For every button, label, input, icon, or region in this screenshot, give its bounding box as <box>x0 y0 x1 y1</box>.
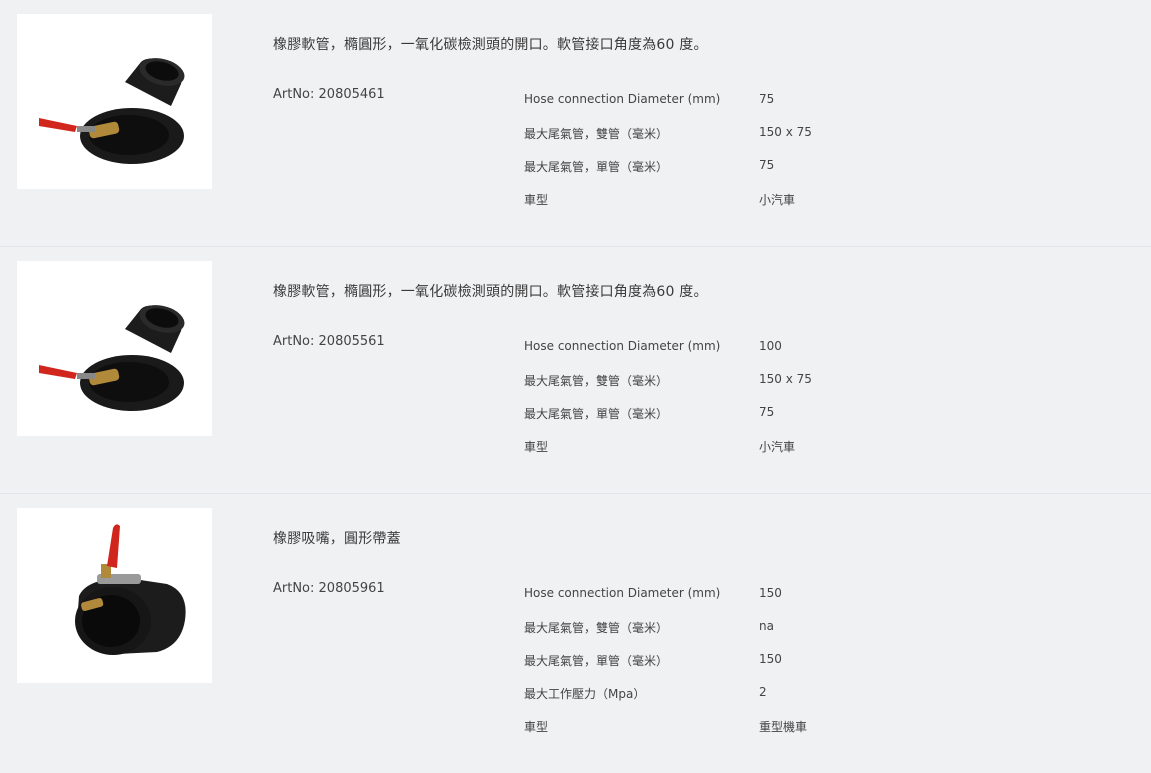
spec-row: 最大工作壓力（Mpa） 2 <box>524 685 924 718</box>
spec-label: Hose connection Diameter (mm) <box>524 92 721 106</box>
spec-row: 最大尾氣管，單管（毫米） 75 <box>524 158 924 191</box>
product-title: 橡膠吸嘴，圓形帶蓋 <box>273 531 401 547</box>
oval-rubber-nozzle-60deg-icon <box>39 305 185 411</box>
spec-value: 100 <box>759 339 782 353</box>
spec-value: 150 <box>759 586 782 600</box>
oval-rubber-nozzle-60deg-icon <box>39 58 185 164</box>
spec-row: 最大尾氣管，雙管（毫米） na <box>524 619 924 652</box>
article-number: ArtNo: 20805561 <box>273 334 385 349</box>
spec-label: 車型 <box>524 193 549 207</box>
product-row: 橡膠軟管，橢圓形，一氧化碳檢測頭的開口。軟管接口角度為60 度。 ArtNo: … <box>0 0 1151 247</box>
spec-value: 小汽車 <box>759 193 796 207</box>
product-image[interactable] <box>17 261 212 436</box>
spec-value: 小汽車 <box>759 440 796 454</box>
spec-value: 75 <box>759 92 775 106</box>
spec-value: 150 x 75 <box>759 125 812 139</box>
article-number: ArtNo: 20805461 <box>273 87 385 102</box>
spec-row: Hose connection Diameter (mm) 100 <box>524 339 924 372</box>
spec-row: 最大尾氣管，雙管（毫米） 150 x 75 <box>524 125 924 158</box>
spec-row: 車型 小汽車 <box>524 438 924 471</box>
spec-value: 重型機車 <box>759 720 808 734</box>
spec-row: Hose connection Diameter (mm) 150 <box>524 586 924 619</box>
spec-row: 最大尾氣管，單管（毫米） 150 <box>524 652 924 685</box>
product-title: 橡膠軟管，橢圓形，一氧化碳檢測頭的開口。軟管接口角度為60 度。 <box>273 284 708 300</box>
spec-label: 最大尾氣管，雙管（毫米） <box>524 621 669 635</box>
spec-table: Hose connection Diameter (mm) 100 最大尾氣管，… <box>524 339 924 471</box>
round-rubber-nozzle-with-cover-icon <box>75 524 186 655</box>
product-title: 橡膠軟管，橢圓形，一氧化碳檢測頭的開口。軟管接口角度為60 度。 <box>273 37 708 53</box>
product-row: 橡膠軟管，橢圓形，一氧化碳檢測頭的開口。軟管接口角度為60 度。 ArtNo: … <box>0 247 1151 494</box>
spec-label: 最大尾氣管，單管（毫米） <box>524 407 669 421</box>
spec-value: 75 <box>759 405 775 419</box>
spec-row: Hose connection Diameter (mm) 75 <box>524 92 924 125</box>
spec-label: 車型 <box>524 440 549 454</box>
spec-label: Hose connection Diameter (mm) <box>524 339 721 353</box>
spec-label: 最大尾氣管，單管（毫米） <box>524 654 669 668</box>
article-number: ArtNo: 20805961 <box>273 581 385 596</box>
product-row: 橡膠吸嘴，圓形帶蓋 ArtNo: 20805961 Hose connectio… <box>0 494 1151 773</box>
spec-row: 最大尾氣管，單管（毫米） 75 <box>524 405 924 438</box>
spec-label: 最大尾氣管，雙管（毫米） <box>524 127 669 141</box>
spec-value: na <box>759 619 774 633</box>
spec-value: 75 <box>759 158 775 172</box>
spec-table: Hose connection Diameter (mm) 150 最大尾氣管，… <box>524 586 924 751</box>
spec-row: 車型 重型機車 <box>524 718 924 751</box>
spec-label: 車型 <box>524 720 549 734</box>
spec-label: 最大工作壓力（Mpa） <box>524 687 646 701</box>
spec-value: 2 <box>759 685 767 699</box>
spec-value: 150 x 75 <box>759 372 812 386</box>
spec-row: 最大尾氣管，雙管（毫米） 150 x 75 <box>524 372 924 405</box>
spec-label: Hose connection Diameter (mm) <box>524 586 721 600</box>
spec-label: 最大尾氣管，雙管（毫米） <box>524 374 669 388</box>
spec-value: 150 <box>759 652 782 666</box>
product-image[interactable] <box>17 14 212 189</box>
spec-row: 車型 小汽車 <box>524 191 924 224</box>
spec-table: Hose connection Diameter (mm) 75 最大尾氣管，雙… <box>524 92 924 224</box>
product-image[interactable] <box>17 508 212 683</box>
spec-label: 最大尾氣管，單管（毫米） <box>524 160 669 174</box>
